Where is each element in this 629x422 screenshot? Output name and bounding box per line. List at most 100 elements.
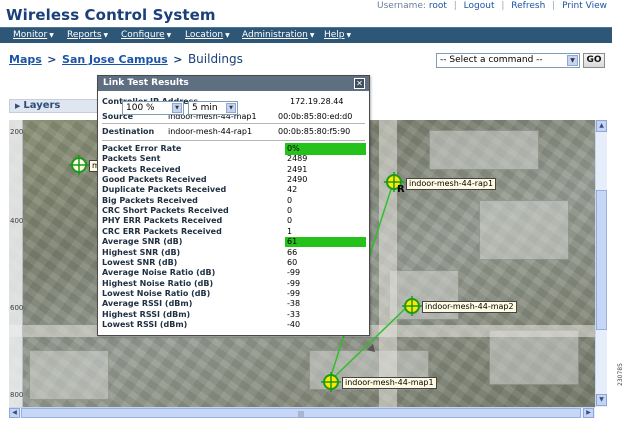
figure-code: 230785: [617, 363, 624, 386]
command-select[interactable]: -- Select a command -- ▼: [436, 53, 580, 68]
menu-location[interactable]: Location ▼: [185, 30, 230, 40]
divider: [102, 123, 365, 124]
chevron-down-icon: ▼: [49, 32, 54, 39]
chevron-down-icon: ▼: [225, 32, 230, 39]
separator: |: [453, 1, 457, 11]
stat-label: Highest RSSI (dBm): [102, 309, 191, 319]
chevron-down-icon[interactable]: ▼: [172, 103, 182, 113]
close-icon[interactable]: ✕: [354, 78, 365, 89]
stat-value: 42: [287, 185, 298, 195]
stat-label: CRC Short Packets Received: [102, 206, 229, 216]
stat-value: 1: [287, 226, 293, 236]
ap-label-map2[interactable]: indoor-mesh-44-map2: [422, 301, 517, 313]
stat-label: Lowest SNR (dB): [102, 257, 178, 267]
go-button[interactable]: GO: [583, 53, 605, 68]
stat-row: Lowest SNR (dB) 60: [102, 258, 366, 268]
layers-label: Layers: [23, 100, 61, 111]
chevron-down-icon: ▼: [103, 32, 109, 39]
stat-row: Packet Error Rate 0%: [102, 143, 366, 155]
stat-value: 61: [285, 237, 366, 248]
layers-toggle[interactable]: ▶ Layers: [9, 99, 105, 113]
stat-value: 0: [287, 216, 293, 226]
stat-value: 66: [287, 247, 298, 257]
menu-label: Monitor: [13, 30, 48, 40]
interval-value: 5 min: [192, 103, 218, 113]
stat-value: 0: [287, 206, 293, 216]
stat-row: CRC Short Packets Received 0: [102, 206, 366, 216]
command-select-value: -- Select a command --: [440, 55, 543, 65]
stat-row: Lowest Noise Ratio (dB) -99: [102, 289, 366, 299]
menu-label: Administration: [242, 30, 308, 40]
stat-label: Lowest Noise Ratio (dB): [102, 288, 211, 298]
stat-value: -33: [287, 309, 301, 319]
stat-row: Highest Noise Ratio (dB) -99: [102, 279, 366, 289]
stat-row: Duplicate Packets Received 42: [102, 185, 366, 195]
separator: |: [552, 1, 556, 11]
print-view-link[interactable]: Print View: [562, 1, 607, 11]
stat-value: -99: [287, 268, 301, 278]
menu-reports[interactable]: Reports ▼: [67, 30, 108, 40]
stat-label: Big Packets Received: [102, 195, 198, 205]
username-label: Username:: [377, 1, 426, 11]
breadcrumb: Maps > San Jose Campus > Buildings: [9, 52, 243, 66]
scroll-left-icon[interactable]: ◀: [9, 408, 20, 418]
ap-label-rap1[interactable]: indoor-mesh-44-rap1: [406, 178, 497, 190]
stat-row: Packets Received 2491: [102, 165, 366, 175]
stat-row: Lowest RSSI (dBm) -40: [102, 320, 366, 330]
scroll-right-icon[interactable]: ▶: [583, 408, 594, 418]
interval-select[interactable]: 5 min ▼: [188, 101, 238, 115]
stat-value: -99: [287, 278, 301, 288]
stat-row: Highest SNR (dB) 66: [102, 248, 366, 258]
stat-value: -99: [287, 288, 301, 298]
vertical-ruler: 200 400 600 800: [9, 120, 23, 407]
chevron-down-icon[interactable]: ▼: [567, 55, 578, 66]
scroll-up-icon[interactable]: ▲: [596, 120, 607, 132]
breadcrumb-maps-link[interactable]: Maps: [9, 53, 42, 66]
stat-value: 2491: [287, 164, 308, 174]
breadcrumb-campus-link[interactable]: San Jose Campus: [62, 53, 168, 66]
ap-marker-map1-icon[interactable]: [321, 372, 341, 392]
destination-mac: 00:0b:85:80:f5:90: [278, 127, 351, 136]
divider: [102, 140, 365, 141]
stat-value: -40: [287, 319, 301, 329]
stat-label: Average RSSI (dBm): [102, 299, 193, 309]
logout-link[interactable]: Logout: [464, 1, 495, 11]
chevron-right-icon: ▶: [15, 102, 21, 110]
dialog-title[interactable]: Link Test Results: [98, 76, 369, 91]
refresh-link[interactable]: Refresh: [511, 1, 545, 11]
destination-row: Destination indoor-mesh-44-rap1 00:0b:85…: [102, 126, 364, 137]
stat-value: 0: [287, 195, 293, 205]
stat-label: Packets Sent: [102, 154, 161, 164]
ap-marker-left-icon[interactable]: [69, 155, 89, 175]
ruler-tick: 600: [10, 304, 24, 312]
ap-marker-map2-icon[interactable]: [402, 296, 422, 316]
ap-label-map1[interactable]: indoor-mesh-44-map1: [342, 377, 437, 389]
stat-label: Packets Received: [102, 164, 181, 174]
username: root: [428, 1, 447, 11]
vertical-scrollbar[interactable]: ▲ ▼: [595, 120, 607, 407]
chevron-down-icon[interactable]: ▼: [226, 103, 236, 113]
menu-administration[interactable]: Administration ▼: [242, 30, 314, 40]
menu-help[interactable]: Help ▼: [324, 30, 351, 40]
stat-label: Duplicate Packets Received: [102, 185, 227, 195]
source-mac: 00:0b:85:80:ed:d0: [278, 112, 353, 121]
zoom-select[interactable]: 100 % ▼: [122, 101, 184, 115]
dialog-title-text: Link Test Results: [103, 78, 189, 88]
vertical-scroll-thumb[interactable]: [596, 190, 607, 330]
scroll-down-icon[interactable]: ▼: [596, 394, 607, 406]
menu-label: Location: [185, 30, 224, 40]
ruler-tick: 800: [10, 391, 24, 399]
stat-row: Average RSSI (dBm) -38: [102, 299, 366, 309]
separator: |: [501, 1, 505, 11]
horizontal-scrollbar[interactable]: ◀ ||| ▶: [9, 407, 595, 418]
horizontal-scroll-thumb[interactable]: |||: [21, 408, 581, 418]
stat-value: 2490: [287, 175, 308, 185]
stat-label: Average Noise Ratio (dB): [102, 268, 216, 278]
menu-monitor[interactable]: Monitor ▼: [13, 30, 54, 40]
stat-value: 60: [287, 257, 298, 267]
stat-label: Highest SNR (dB): [102, 247, 181, 257]
zoom-value: 100 %: [126, 103, 155, 113]
stat-row: Average Noise Ratio (dB) -99: [102, 268, 366, 278]
menu-configure[interactable]: Configure ▼: [121, 30, 171, 40]
chevron-down-icon: ▼: [309, 32, 315, 39]
